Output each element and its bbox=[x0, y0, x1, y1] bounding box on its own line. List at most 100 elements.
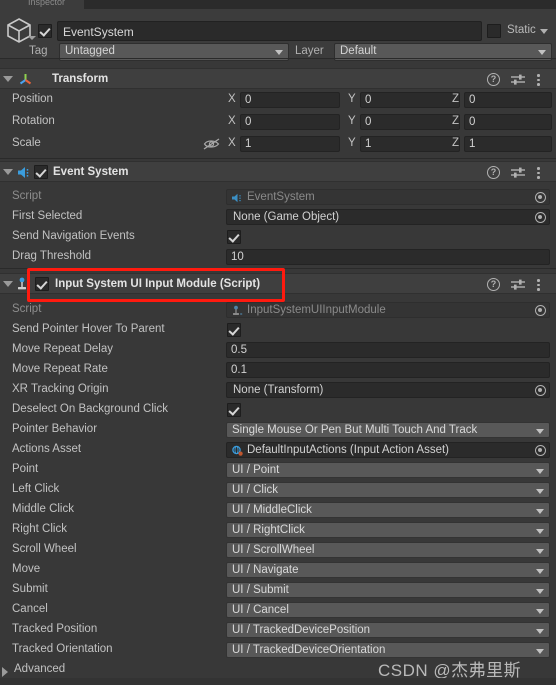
scale-z-input[interactable]: 1 bbox=[464, 136, 552, 152]
position-z-input[interactable]: 0 bbox=[464, 92, 552, 108]
cube-icon-dropdown-arrow[interactable] bbox=[28, 36, 36, 40]
property-label: Deselect On Background Click bbox=[12, 403, 168, 415]
advanced-label: Advanced bbox=[14, 663, 66, 675]
tab-inspector-label: Inspector bbox=[28, 0, 66, 7]
chevron-down-icon bbox=[536, 569, 544, 574]
cube-icon[interactable] bbox=[4, 15, 34, 45]
send-navigation-events-checkbox[interactable] bbox=[227, 230, 241, 244]
chevron-down-icon bbox=[536, 589, 544, 594]
object-picker-icon[interactable] bbox=[535, 385, 546, 396]
foldout-arrow-transform[interactable] bbox=[3, 76, 13, 82]
actions-asset-value: DefaultInputActions (Input Action Asset) bbox=[247, 444, 450, 456]
left-click-dropdown[interactable]: UI / Click bbox=[226, 482, 550, 498]
property-row-position: Position X 0 Y 0 Z 0 bbox=[0, 90, 556, 110]
axis-label-z: Z bbox=[452, 115, 460, 127]
property-row-tracked-position: Tracked Position UI / TrackedDevicePosit… bbox=[0, 620, 556, 640]
property-label: Scroll Wheel bbox=[12, 543, 77, 555]
kebab-menu-icon[interactable] bbox=[537, 279, 540, 292]
preset-icon[interactable] bbox=[511, 74, 525, 86]
gameobject-header: EventSystem Static Tag Untagged Layer De… bbox=[0, 9, 556, 61]
rotation-y-input[interactable]: 0 bbox=[360, 114, 460, 130]
axis-label-z: Z bbox=[452, 93, 460, 105]
position-x-input[interactable]: 0 bbox=[240, 92, 340, 108]
move-repeat-rate-input[interactable]: 0.1 bbox=[226, 362, 550, 378]
gameobject-enabled-checkbox[interactable] bbox=[38, 24, 52, 38]
help-icon[interactable]: ? bbox=[487, 73, 500, 86]
position-y-input[interactable]: 0 bbox=[360, 92, 460, 108]
pointer-behavior-dropdown[interactable]: Single Mouse Or Pen But Multi Touch And … bbox=[226, 422, 550, 438]
pointer-behavior-value: Single Mouse Or Pen But Multi Touch And … bbox=[232, 424, 478, 436]
point-dropdown[interactable]: UI / Point bbox=[226, 462, 550, 478]
divider bbox=[0, 158, 556, 159]
actions-asset-object-field[interactable]: DefaultInputActions (Input Action Asset) bbox=[226, 442, 550, 458]
help-icon[interactable]: ? bbox=[487, 166, 500, 179]
preset-icon[interactable] bbox=[511, 167, 525, 179]
input-module-enabled-checkbox[interactable] bbox=[35, 277, 49, 291]
property-row-pointer-behavior: Pointer Behavior Single Mouse Or Pen But… bbox=[0, 420, 556, 440]
middle-click-dropdown[interactable]: UI / MiddleClick bbox=[226, 502, 550, 518]
chevron-down-icon bbox=[536, 429, 544, 434]
chevron-down-icon bbox=[536, 609, 544, 614]
property-row-xr-tracking-origin: XR Tracking Origin None (Transform) bbox=[0, 380, 556, 400]
property-label: Move Repeat Delay bbox=[12, 343, 113, 355]
component-header-icons: ? bbox=[487, 165, 549, 180]
xr-tracking-origin-object-field[interactable]: None (Transform) bbox=[226, 382, 550, 398]
move-dropdown[interactable]: UI / Navigate bbox=[226, 562, 550, 578]
component-header-icons: ? bbox=[487, 72, 549, 87]
rotation-z-input[interactable]: 0 bbox=[464, 114, 552, 130]
chevron-down-icon bbox=[536, 529, 544, 534]
constrain-proportions-off-icon[interactable] bbox=[203, 138, 221, 150]
help-icon[interactable]: ? bbox=[487, 278, 500, 291]
property-label: Actions Asset bbox=[12, 443, 82, 455]
gameobject-name-input[interactable]: EventSystem bbox=[57, 21, 482, 41]
event-system-enabled-checkbox[interactable] bbox=[34, 165, 48, 179]
deselect-on-background-click-checkbox[interactable] bbox=[227, 403, 241, 417]
component-header-event-system[interactable]: Event System ? bbox=[0, 161, 556, 182]
unity-inspector-window: Inspector EventSystem Static Tag Untagge… bbox=[0, 0, 556, 685]
first-selected-object-field[interactable]: None (Game Object) bbox=[226, 209, 550, 225]
foldout-arrow-advanced[interactable] bbox=[2, 667, 8, 677]
property-row-script: Script InputSystemUIInputModule bbox=[0, 300, 556, 320]
drag-threshold-input[interactable]: 10 bbox=[226, 249, 550, 265]
property-row-script: Script EventSystem bbox=[0, 187, 556, 207]
kebab-menu-icon[interactable] bbox=[537, 167, 540, 180]
object-picker-icon bbox=[535, 305, 546, 316]
tag-value: Untagged bbox=[65, 45, 115, 57]
foldout-arrow-event-system[interactable] bbox=[3, 169, 13, 175]
cancel-dropdown[interactable]: UI / Cancel bbox=[226, 602, 550, 618]
static-dropdown-arrow[interactable] bbox=[540, 29, 548, 34]
component-header-input-system-ui-input-module[interactable]: Input System UI Input Module (Script) ? bbox=[0, 273, 556, 294]
property-label: Point bbox=[12, 463, 39, 475]
kebab-menu-icon[interactable] bbox=[537, 74, 540, 87]
move-repeat-delay-input[interactable]: 0.5 bbox=[226, 342, 550, 358]
xr-tracking-origin-value: None (Transform) bbox=[233, 384, 324, 396]
component-title-input-module: Input System UI Input Module (Script) bbox=[55, 278, 261, 290]
property-row-cancel: Cancel UI / Cancel bbox=[0, 600, 556, 620]
property-row-actions-asset: Actions Asset DefaultInputActions (Input… bbox=[0, 440, 556, 460]
chevron-down-icon bbox=[536, 509, 544, 514]
scale-y-input[interactable]: 1 bbox=[360, 136, 460, 152]
transform-axis-icon bbox=[18, 72, 33, 87]
axis-label-x: X bbox=[228, 93, 236, 105]
axis-label-x: X bbox=[228, 115, 236, 127]
static-checkbox[interactable] bbox=[487, 24, 501, 38]
send-pointer-hover-to-parent-checkbox[interactable] bbox=[227, 323, 241, 337]
rotation-x-input[interactable]: 0 bbox=[240, 114, 340, 130]
object-picker-icon[interactable] bbox=[535, 445, 546, 456]
submit-value: UI / Submit bbox=[232, 584, 289, 596]
foldout-arrow-input-module[interactable] bbox=[3, 281, 13, 287]
property-row-move-repeat-delay: Move Repeat Delay 0.5 bbox=[0, 340, 556, 360]
tracked-position-dropdown[interactable]: UI / TrackedDevicePosition bbox=[226, 622, 550, 638]
object-picker-icon[interactable] bbox=[535, 212, 546, 223]
right-click-dropdown[interactable]: UI / RightClick bbox=[226, 522, 550, 538]
component-header-transform[interactable]: Transform ? bbox=[0, 68, 556, 89]
property-row-middle-click: Middle Click UI / MiddleClick bbox=[0, 500, 556, 520]
property-label: Rotation bbox=[12, 115, 55, 127]
submit-dropdown[interactable]: UI / Submit bbox=[226, 582, 550, 598]
preset-icon[interactable] bbox=[511, 279, 525, 291]
tracked-orientation-value: UI / TrackedDeviceOrientation bbox=[232, 644, 386, 656]
scroll-wheel-dropdown[interactable]: UI / ScrollWheel bbox=[226, 542, 550, 558]
scale-x-input[interactable]: 1 bbox=[240, 136, 340, 152]
first-selected-value: None (Game Object) bbox=[233, 211, 340, 223]
property-row-right-click: Right Click UI / RightClick bbox=[0, 520, 556, 540]
